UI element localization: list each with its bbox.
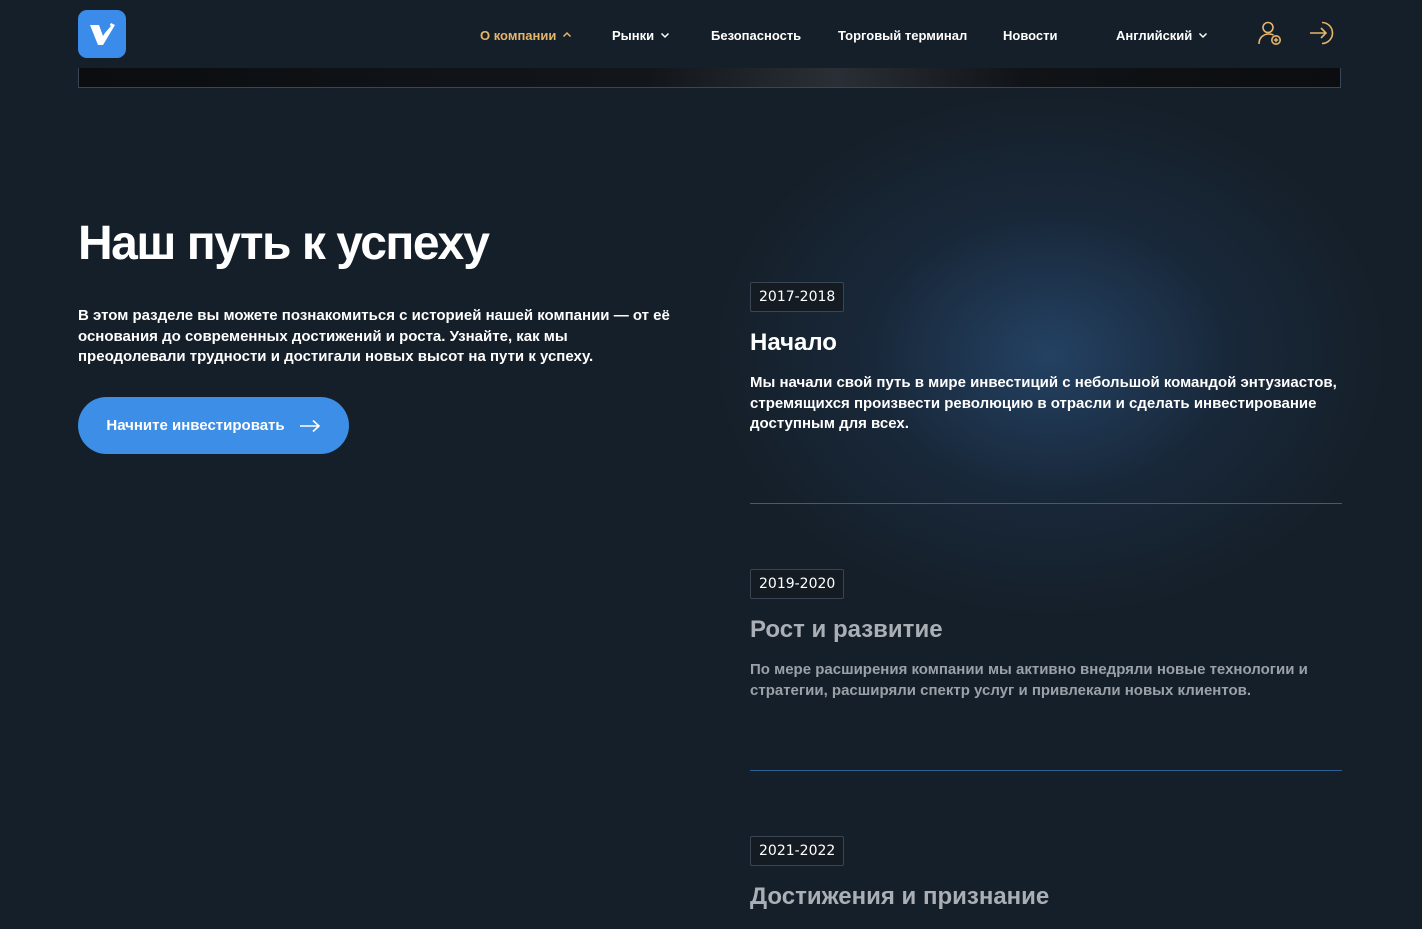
timeline-text: Мы начали свой путь в мире инвестиций с … [750,374,1337,432]
year-badge: 2021-2022 [750,836,845,866]
timeline-item: 2019-2020 Рост и развитие По мере расшир… [750,569,1342,701]
year-badge: 2019-2020 [750,569,845,599]
start-investing-label: Начните инвестировать [106,417,285,434]
language-selector[interactable]: Английский [1116,25,1208,45]
timeline-text: По мере расширения компании мы активно в… [750,661,1308,699]
hero-description: В этом разделе вы можете познакомиться с… [78,307,670,365]
login-button[interactable] [1308,19,1336,47]
timeline-item: 2017-2018 Начало Мы начали свой путь в м… [750,282,1342,435]
timeline-title: Начало [750,329,837,356]
timeline-title: Рост и развитие [750,616,943,643]
nav-item-label: Новости [1003,27,1058,43]
page-title: Наш путь к успеху [78,217,490,270]
divider [750,770,1342,771]
logo[interactable] [78,10,126,58]
nav-item-label: Безопасность [711,27,802,43]
start-investing-button[interactable]: Начните инвестировать [78,397,349,454]
nav-item-markets[interactable]: Рынки [612,25,670,45]
chevron-down-icon [1199,32,1208,39]
timeline-title: Достижения и признание [750,883,1050,910]
site-header: О компании Рынки Безопасность Торговый т… [0,0,1422,68]
nav-item-company[interactable]: О компании [480,25,572,45]
nav-item-label: О компании [480,27,557,43]
nav-item-trading-terminal[interactable]: Торговый терминал [838,25,967,45]
divider [750,503,1342,504]
timeline-item: 2021-2022 Достижения и признание [750,836,1342,911]
chevron-up-icon [563,31,572,38]
year-badge: 2017-2018 [750,282,845,312]
logo-icon [90,23,115,45]
nav-item-label: Торговый терминал [838,27,968,43]
nav-item-label: Рынки [612,27,655,43]
hero-image-strip [78,68,1341,88]
nav-item-news[interactable]: Новости [1003,25,1058,45]
language-label: Английский [1116,27,1193,43]
chevron-down-icon [661,32,670,39]
register-button[interactable] [1256,19,1284,47]
login-icon [1310,21,1334,45]
arrow-right-icon [299,419,320,432]
user-add-icon [1258,21,1281,45]
nav-item-security[interactable]: Безопасность [711,25,801,45]
